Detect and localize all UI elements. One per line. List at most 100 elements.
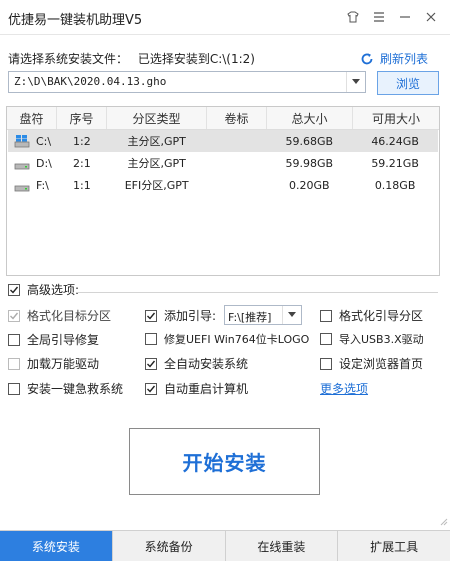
global-boot-fix-checkbox[interactable]: 全局引导修复 [8,331,99,348]
boot-partition-value: F:\[推荐] [228,311,272,324]
header-free: 可用大小 [371,111,420,126]
more-options-link[interactable]: 更多选项 [320,380,368,397]
fix-uefi-label: 修复UEFI Win764位卡LOGO [164,333,310,346]
install-rescue-checkbox[interactable]: 安装一键急救系统 [8,380,123,397]
partition-table: 盘符 序号 分区类型 卷标 总大小 可用大小 C:\ 1:2 主分区,GPT 5… [6,106,440,276]
image-path-value: Z:\D\BAK\2020.04.13.gho [14,75,167,88]
label-cell [207,130,267,152]
checkbox-unchecked-disabled[interactable] [8,357,20,370]
header-drive: 盘符 [7,107,57,129]
header-type: 分区类型 [107,107,207,129]
set-homepage-label: 设定浏览器首页 [339,357,424,371]
windows-drive-icon [14,134,30,147]
source-prompt: 请选择系统安装文件： 已选择安装到C:\(1:2) [8,50,255,67]
resize-grip-icon[interactable] [438,516,448,526]
title-bar-controls [342,6,442,28]
auto-install-label: 全自动安装系统 [164,357,249,371]
label-cell [207,152,267,174]
add-boot-label: 添加引导: [164,309,217,323]
install-rescue-label: 安装一键急救系统 [27,382,124,396]
tab-system-backup[interactable]: 系统备份 [113,531,226,561]
auto-install-checkbox[interactable]: 全自动安装系统 [145,355,248,372]
total-cell: 0.20GB [289,178,330,192]
refresh-list-label: 刷新列表 [380,52,429,66]
tab-online-reinstall[interactable]: 在线重装 [226,531,339,561]
divider [76,292,438,293]
checkbox-unchecked[interactable] [320,333,332,345]
free-cell: 46.24GB [371,134,419,148]
source-prompt-text: 请选择系统安装文件： [8,52,129,66]
header-total: 总大小 [267,107,353,129]
checkbox-unchecked[interactable] [320,309,332,322]
image-path-select[interactable]: Z:\D\BAK\2020.04.13.gho [8,71,366,93]
advanced-options-toggle[interactable]: 高级选项: [8,281,79,298]
skin-icon[interactable] [342,6,364,28]
import-usb3-label: 导入USB3.X驱动 [339,333,424,346]
type-cell: 主分区,GPT [127,135,186,148]
header-index: 序号 [57,107,107,129]
drive-letter: C:\ [36,134,52,148]
drive-letter: D:\ [36,156,52,170]
drive-icon [14,185,30,191]
index-cell: 1:2 [72,134,91,148]
browse-button[interactable]: 浏览 [377,71,439,95]
drive-icon [14,163,30,169]
type-cell: 主分区,GPT [127,157,186,170]
menu-icon[interactable] [368,6,390,28]
header-label: 卷标 [207,107,267,129]
free-cell: 59.21GB [371,156,419,170]
add-boot-checkbox[interactable]: 添加引导: [145,307,216,324]
load-drivers-label: 加载万能驱动 [27,357,100,371]
table-row[interactable]: C:\ 1:2 主分区,GPT 59.68GB 46.24GB [8,130,438,152]
partition-table-header: 盘符 序号 分区类型 卷标 总大小 可用大小 [7,107,439,130]
auto-restart-label: 自动重启计算机 [164,382,249,396]
title-bar: 优捷易一键装机助理V5 [0,0,450,35]
boot-partition-select[interactable]: F:\[推荐] [224,305,302,325]
global-boot-fix-label: 全局引导修复 [27,333,100,347]
chevron-down-icon[interactable] [282,306,301,324]
format-boot-checkbox[interactable]: 格式化引导分区 [320,307,423,324]
checkbox-unchecked[interactable] [320,357,332,370]
tab-extension-tools[interactable]: 扩展工具 [338,531,450,561]
format-target-checkbox[interactable]: 格式化目标分区 [8,307,111,324]
free-cell: 0.18GB [374,178,416,192]
window-title: 优捷易一键装机助理V5 [8,13,143,28]
format-boot-label: 格式化引导分区 [339,309,424,323]
chevron-down-icon[interactable] [346,72,365,92]
total-cell: 59.98GB [285,156,334,170]
checkbox-unchecked[interactable] [8,333,20,346]
refresh-icon [361,53,373,64]
checkbox-unchecked[interactable] [145,333,157,345]
index-cell: 2:1 [72,156,91,170]
selected-target-text: 已选择安装到C:\(1:2) [137,52,255,66]
checkbox-unchecked[interactable] [8,382,20,395]
auto-restart-checkbox[interactable]: 自动重启计算机 [145,380,248,397]
drive-cell: F:\ [8,174,57,196]
tab-system-install[interactable]: 系统安装 [0,531,113,561]
checkbox-checked[interactable] [145,382,157,395]
drive-letter: F:\ [36,178,49,192]
drive-cell: C:\ [8,130,57,152]
close-icon[interactable] [420,6,442,28]
load-drivers-checkbox[interactable]: 加载万能驱动 [8,355,99,372]
checkbox-checked[interactable] [145,357,157,370]
index-cell: 1:1 [72,178,91,192]
start-install-button[interactable]: 开始安装 [129,428,320,495]
checkbox-checked[interactable] [145,309,157,322]
checkbox-checked-disabled[interactable] [8,309,20,322]
type-cell: EFI分区,GPT [124,179,189,192]
table-row[interactable]: D:\ 2:1 主分区,GPT 59.98GB 59.21GB [8,152,438,174]
total-cell: 59.68GB [285,134,334,148]
minimize-icon[interactable] [394,6,416,28]
format-target-label: 格式化目标分区 [27,309,112,323]
fix-uefi-checkbox[interactable]: 修复UEFI Win764位卡LOGO [145,331,309,347]
checkbox-checked[interactable] [8,283,20,296]
table-row[interactable]: F:\ 1:1 EFI分区,GPT 0.20GB 0.18GB [8,174,438,196]
import-usb3-checkbox[interactable]: 导入USB3.X驱动 [320,331,424,347]
refresh-list-button[interactable]: 刷新列表 [360,50,428,67]
bottom-tabs: 系统安装 系统备份 在线重装 扩展工具 [0,530,450,561]
drive-cell: D:\ [8,152,57,174]
label-cell [207,174,267,196]
set-homepage-checkbox[interactable]: 设定浏览器首页 [320,355,423,372]
advanced-options-label: 高级选项: [27,283,80,297]
